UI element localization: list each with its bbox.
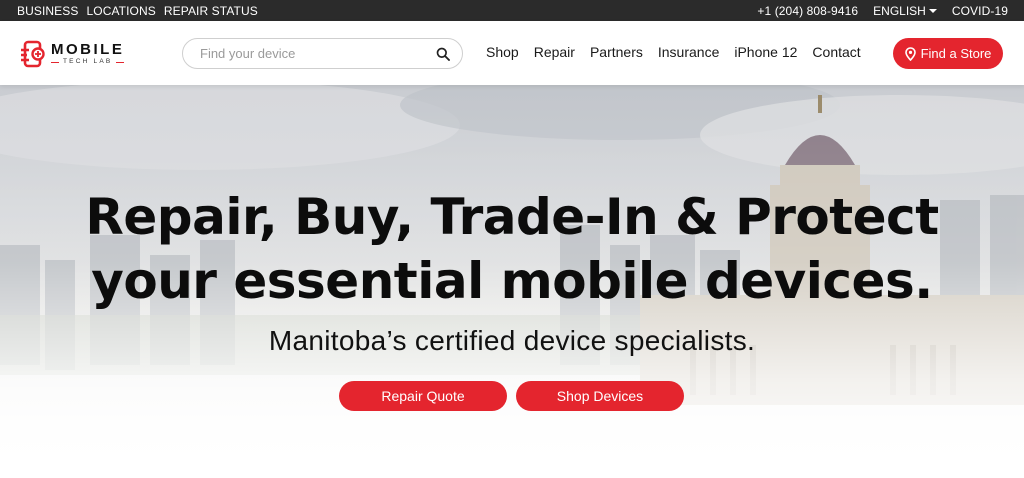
- nav-insurance[interactable]: Insurance: [658, 44, 719, 60]
- hero-headline: Repair, Buy, Trade-In & Protect your ess…: [0, 185, 1024, 313]
- logo-main-text: MOBILE: [51, 41, 125, 59]
- logo-dash-left: [51, 62, 59, 63]
- utility-bar: BUSINESS LOCATIONS REPAIR STATUS +1 (204…: [0, 0, 1024, 21]
- repair-quote-button[interactable]: Repair Quote: [339, 381, 507, 411]
- locations-link[interactable]: LOCATIONS: [87, 4, 156, 18]
- find-store-button[interactable]: Find a Store: [893, 38, 1003, 69]
- search-icon[interactable]: [436, 47, 450, 61]
- logo-mark-icon: [21, 40, 45, 68]
- site-logo[interactable]: MOBILE TECH LAB: [18, 37, 150, 71]
- search-input[interactable]: [200, 46, 436, 61]
- shop-devices-button[interactable]: Shop Devices: [516, 381, 684, 411]
- utility-right: +1 (204) 808-9416 ENGLISH COVID-19: [757, 4, 1008, 18]
- nav-partners[interactable]: Partners: [590, 44, 643, 60]
- device-search: [182, 38, 463, 69]
- logo-sub-text: TECH LAB: [63, 58, 113, 66]
- logo-wordmark: MOBILE TECH LAB: [51, 41, 125, 66]
- nav-iphone-12[interactable]: iPhone 12: [734, 44, 797, 60]
- utility-links: BUSINESS LOCATIONS REPAIR STATUS: [17, 4, 258, 18]
- nav-shop[interactable]: Shop: [486, 44, 519, 60]
- hero-section: Repair, Buy, Trade-In & Protect your ess…: [0, 85, 1024, 478]
- language-label: ENGLISH: [873, 3, 926, 18]
- main-nav: Shop Repair Partners Insurance iPhone 12…: [486, 44, 861, 60]
- hero-headline-line-1: Repair, Buy, Trade-In & Protect: [85, 188, 939, 246]
- find-store-label: Find a Store: [920, 46, 992, 61]
- nav-repair[interactable]: Repair: [534, 44, 575, 60]
- phone-link[interactable]: +1 (204) 808-9416: [757, 4, 858, 18]
- repair-status-link[interactable]: REPAIR STATUS: [164, 4, 258, 18]
- logo-sub-row: TECH LAB: [51, 58, 125, 66]
- site-header: MOBILE TECH LAB Shop Repair Partners Ins…: [0, 21, 1024, 85]
- business-link[interactable]: BUSINESS: [17, 4, 79, 18]
- covid-link[interactable]: COVID-19: [952, 4, 1008, 18]
- language-selector[interactable]: ENGLISH: [873, 4, 937, 18]
- map-pin-icon: [904, 46, 916, 61]
- hero-headline-line-2: your essential mobile devices.: [91, 252, 933, 310]
- hero-subtitle: Manitoba’s certified device specialists.: [268, 325, 756, 356]
- caret-down-icon: [928, 9, 937, 13]
- nav-contact[interactable]: Contact: [812, 44, 860, 60]
- logo-dash-right: [116, 62, 125, 63]
